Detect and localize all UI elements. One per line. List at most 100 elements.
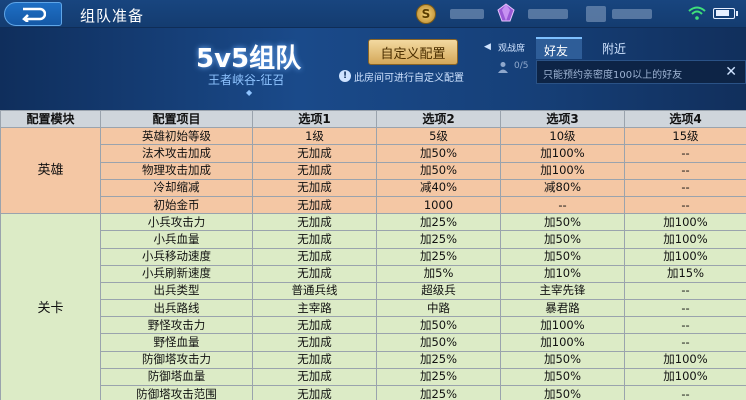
table-cell: 普通兵线: [252, 281, 377, 301]
room-header: 5v5组队 王者峡谷-征召 ◆ 自定义配置 ! 此房间可进行自定义配置 ◀ 观战…: [0, 28, 746, 110]
table-cell: 无加成: [252, 333, 377, 352]
close-icon[interactable]: ✕: [725, 64, 737, 80]
table-cell: 加25%: [376, 350, 501, 369]
table-cell: 暴君路: [500, 299, 625, 318]
table-cell: 加100%: [624, 247, 746, 266]
back-arrow-icon: [22, 7, 46, 22]
config-table-container: 配置模块 配置项目 选项1 选项2 选项3 选项4 英雄 英雄初始等级 1级 5…: [0, 110, 746, 400]
table-row: 小兵血量 无加成 加25% 加50% 加100%: [1, 230, 746, 249]
table-cell: 无加成: [252, 316, 377, 335]
table-cell: --: [624, 333, 746, 352]
table-cell: 减40%: [376, 178, 501, 197]
coin-amount-blurred: [450, 9, 484, 19]
table-row: 野怪攻击力 无加成 加50% 加100% --: [1, 316, 746, 335]
table-cell: 5级: [376, 127, 501, 146]
table-row: 法术攻击加成 无加成 加50% 加100% --: [1, 144, 746, 163]
info-icon: !: [339, 70, 351, 82]
table-row: 小兵刷新速度 无加成 加5% 加10% 加15%: [1, 264, 746, 283]
table-cell: 加50%: [376, 333, 501, 352]
friend-hint-text: 只能预约亲密度100以上的好友: [543, 70, 683, 81]
table-cell: 初始金币: [100, 195, 253, 215]
table-cell: 无加成: [252, 350, 377, 369]
status-blurred: [612, 9, 652, 19]
table-cell: 加50%: [500, 230, 625, 249]
table-cell: 加15%: [624, 264, 746, 283]
table-cell: 加50%: [376, 161, 501, 180]
table-cell: 加100%: [624, 350, 746, 369]
table-header-row: 配置模块 配置项目 选项1 选项2 选项3 选项4: [0, 110, 746, 129]
table-cell: 无加成: [252, 144, 377, 163]
friend-hint-box: 只能预约亲密度100以上的好友 ✕: [536, 60, 746, 84]
wifi-icon: [688, 6, 706, 20]
table-cell: 加100%: [624, 367, 746, 387]
table-cell: 超级兵: [376, 281, 501, 301]
table-cell: 无加成: [252, 367, 377, 387]
table-cell: 加50%: [500, 247, 625, 266]
table-cell: 无加成: [252, 247, 377, 266]
spectator-label: 观战席: [498, 44, 526, 54]
top-bar: 组队准备 S: [0, 0, 746, 28]
table-cell: 加50%: [376, 316, 501, 335]
table-row: 防御塔血量 无加成 加25% 加50% 加100%: [1, 367, 746, 387]
table-cell: 小兵血量: [100, 230, 253, 249]
info-text: 此房间可进行自定义配置: [354, 73, 464, 84]
table-row: 野怪血量 无加成 加50% 加100% --: [1, 333, 746, 352]
table-cell: 加50%: [500, 213, 625, 232]
table-cell: 加25%: [376, 367, 501, 387]
table-cell: --: [624, 299, 746, 318]
table-row: 小兵移动速度 无加成 加25% 加50% 加100%: [1, 247, 746, 266]
tab-friends[interactable]: 好友: [536, 37, 582, 59]
table-row: 冷却缩减 无加成 减40% 减80% --: [1, 178, 746, 197]
table-row: 防御塔攻击范围 无加成 加25% 加50% --: [1, 384, 746, 400]
table-cell: 10级: [500, 127, 625, 146]
diamond-decor-icon: ◆: [246, 88, 253, 97]
back-button[interactable]: [4, 2, 62, 26]
table-cell: 加100%: [500, 161, 625, 180]
table-cell: 防御塔攻击范围: [100, 384, 253, 400]
table-row: 防御塔攻击力 无加成 加25% 加50% 加100%: [1, 350, 746, 369]
table-cell: 15级: [624, 127, 746, 146]
table-cell: --: [624, 144, 746, 163]
header-cell: 配置项目: [100, 110, 253, 129]
person-icon: [498, 62, 508, 73]
diamond-icon[interactable]: [496, 3, 516, 23]
table-cell: 无加成: [252, 195, 377, 215]
custom-config-button[interactable]: 自定义配置: [368, 39, 458, 65]
table-cell: 加10%: [500, 264, 625, 283]
table-cell: 防御塔攻击力: [100, 350, 253, 369]
config-table: 配置模块 配置项目 选项1 选项2 选项3 选项4 英雄 英雄初始等级 1级 5…: [0, 110, 746, 400]
table-cell: 加50%: [500, 350, 625, 369]
table-cell: --: [624, 384, 746, 400]
table-cell: --: [500, 195, 625, 215]
table-cell: 出兵路线: [100, 299, 253, 318]
spectator-count: 0/5: [514, 61, 529, 71]
table-cell: 冷却缩减: [100, 178, 253, 197]
table-cell: 小兵刷新速度: [100, 264, 253, 283]
header-cell: 配置模块: [0, 110, 101, 129]
header-cell: 选项2: [376, 110, 501, 129]
tab-nearby[interactable]: 附近: [594, 37, 640, 59]
table-cell: 加25%: [376, 384, 501, 400]
table-cell: 1000: [376, 195, 501, 215]
table-cell: 物理攻击加成: [100, 161, 253, 180]
category-cell: 关卡: [0, 213, 101, 400]
table-cell: 加50%: [500, 367, 625, 387]
table-cell: 无加成: [252, 213, 377, 232]
table-cell: 1级: [252, 127, 377, 146]
table-cell: 防御塔血量: [100, 367, 253, 387]
table-cell: 小兵攻击力: [100, 213, 253, 232]
table-cell: 加100%: [624, 213, 746, 232]
table-row: 出兵类型 普通兵线 超级兵 主宰先锋 --: [1, 281, 746, 301]
coin-icon[interactable]: S: [416, 4, 436, 24]
table-cell: --: [624, 316, 746, 335]
header-cell: 选项1: [252, 110, 377, 129]
table-cell: --: [624, 178, 746, 197]
table-row: 英雄 英雄初始等级 1级 5级 10级 15级: [0, 127, 746, 215]
table-cell: 加100%: [500, 316, 625, 335]
table-row: 出兵路线 主宰路 中路 暴君路 --: [1, 299, 746, 318]
diamond-amount-blurred: [528, 9, 568, 19]
table-cell: 无加成: [252, 230, 377, 249]
table-cell: 加100%: [500, 333, 625, 352]
collapse-arrow-icon[interactable]: ◀: [484, 42, 491, 52]
table-cell: 无加成: [252, 178, 377, 197]
